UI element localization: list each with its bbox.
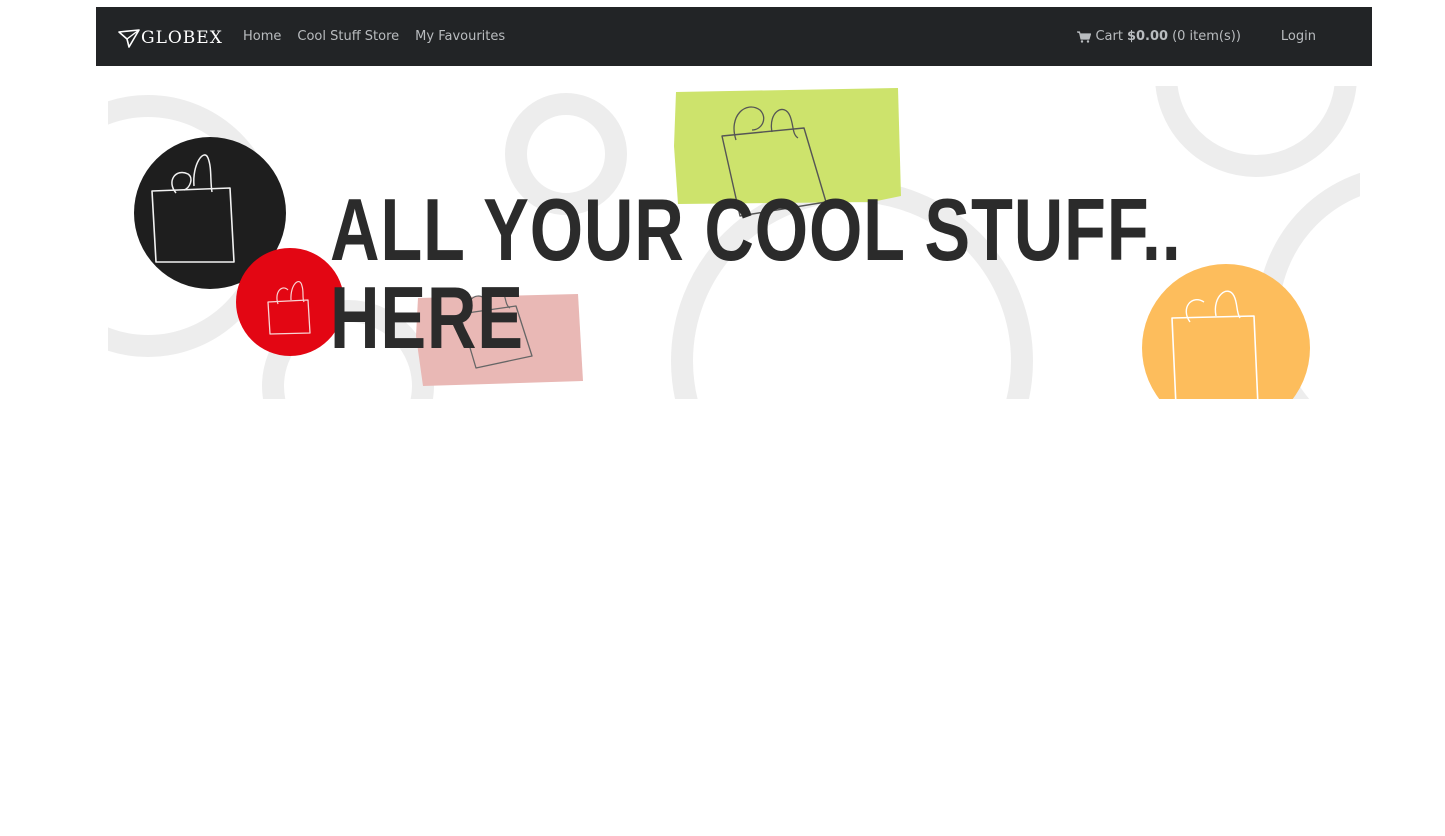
nav-link-my-favourites[interactable]: My Favourites [415, 29, 505, 44]
top-navbar: GLOBEX Home Cool Stuff Store My Favourit… [96, 7, 1372, 66]
nav-link-home[interactable]: Home [243, 29, 281, 44]
banner-headline: ALL YOUR COOL STUFF.. HERE [330, 180, 1182, 367]
brand-logo[interactable]: GLOBEX [118, 25, 223, 51]
shopping-cart-icon [1077, 30, 1092, 43]
paper-plane-logo-icon [118, 29, 140, 48]
cart-link[interactable]: Cart $0.00 (0 item(s)) [1077, 29, 1241, 44]
red-bag-circle [236, 248, 344, 356]
nav-link-cool-stuff-store[interactable]: Cool Stuff Store [297, 29, 399, 44]
cart-item-count: (0 item(s)) [1172, 29, 1241, 44]
main-nav: Home Cool Stuff Store My Favourites [243, 7, 521, 66]
cart-total: $0.00 [1126, 29, 1169, 44]
login-link[interactable]: Login [1281, 29, 1316, 44]
brand-name: GLOBEX [141, 28, 223, 48]
cart-label: Cart [1095, 29, 1123, 44]
hero-banner: ALL YOUR COOL STUFF.. HERE [108, 86, 1360, 399]
nav-right: Cart $0.00 (0 item(s)) Login [1077, 7, 1316, 66]
